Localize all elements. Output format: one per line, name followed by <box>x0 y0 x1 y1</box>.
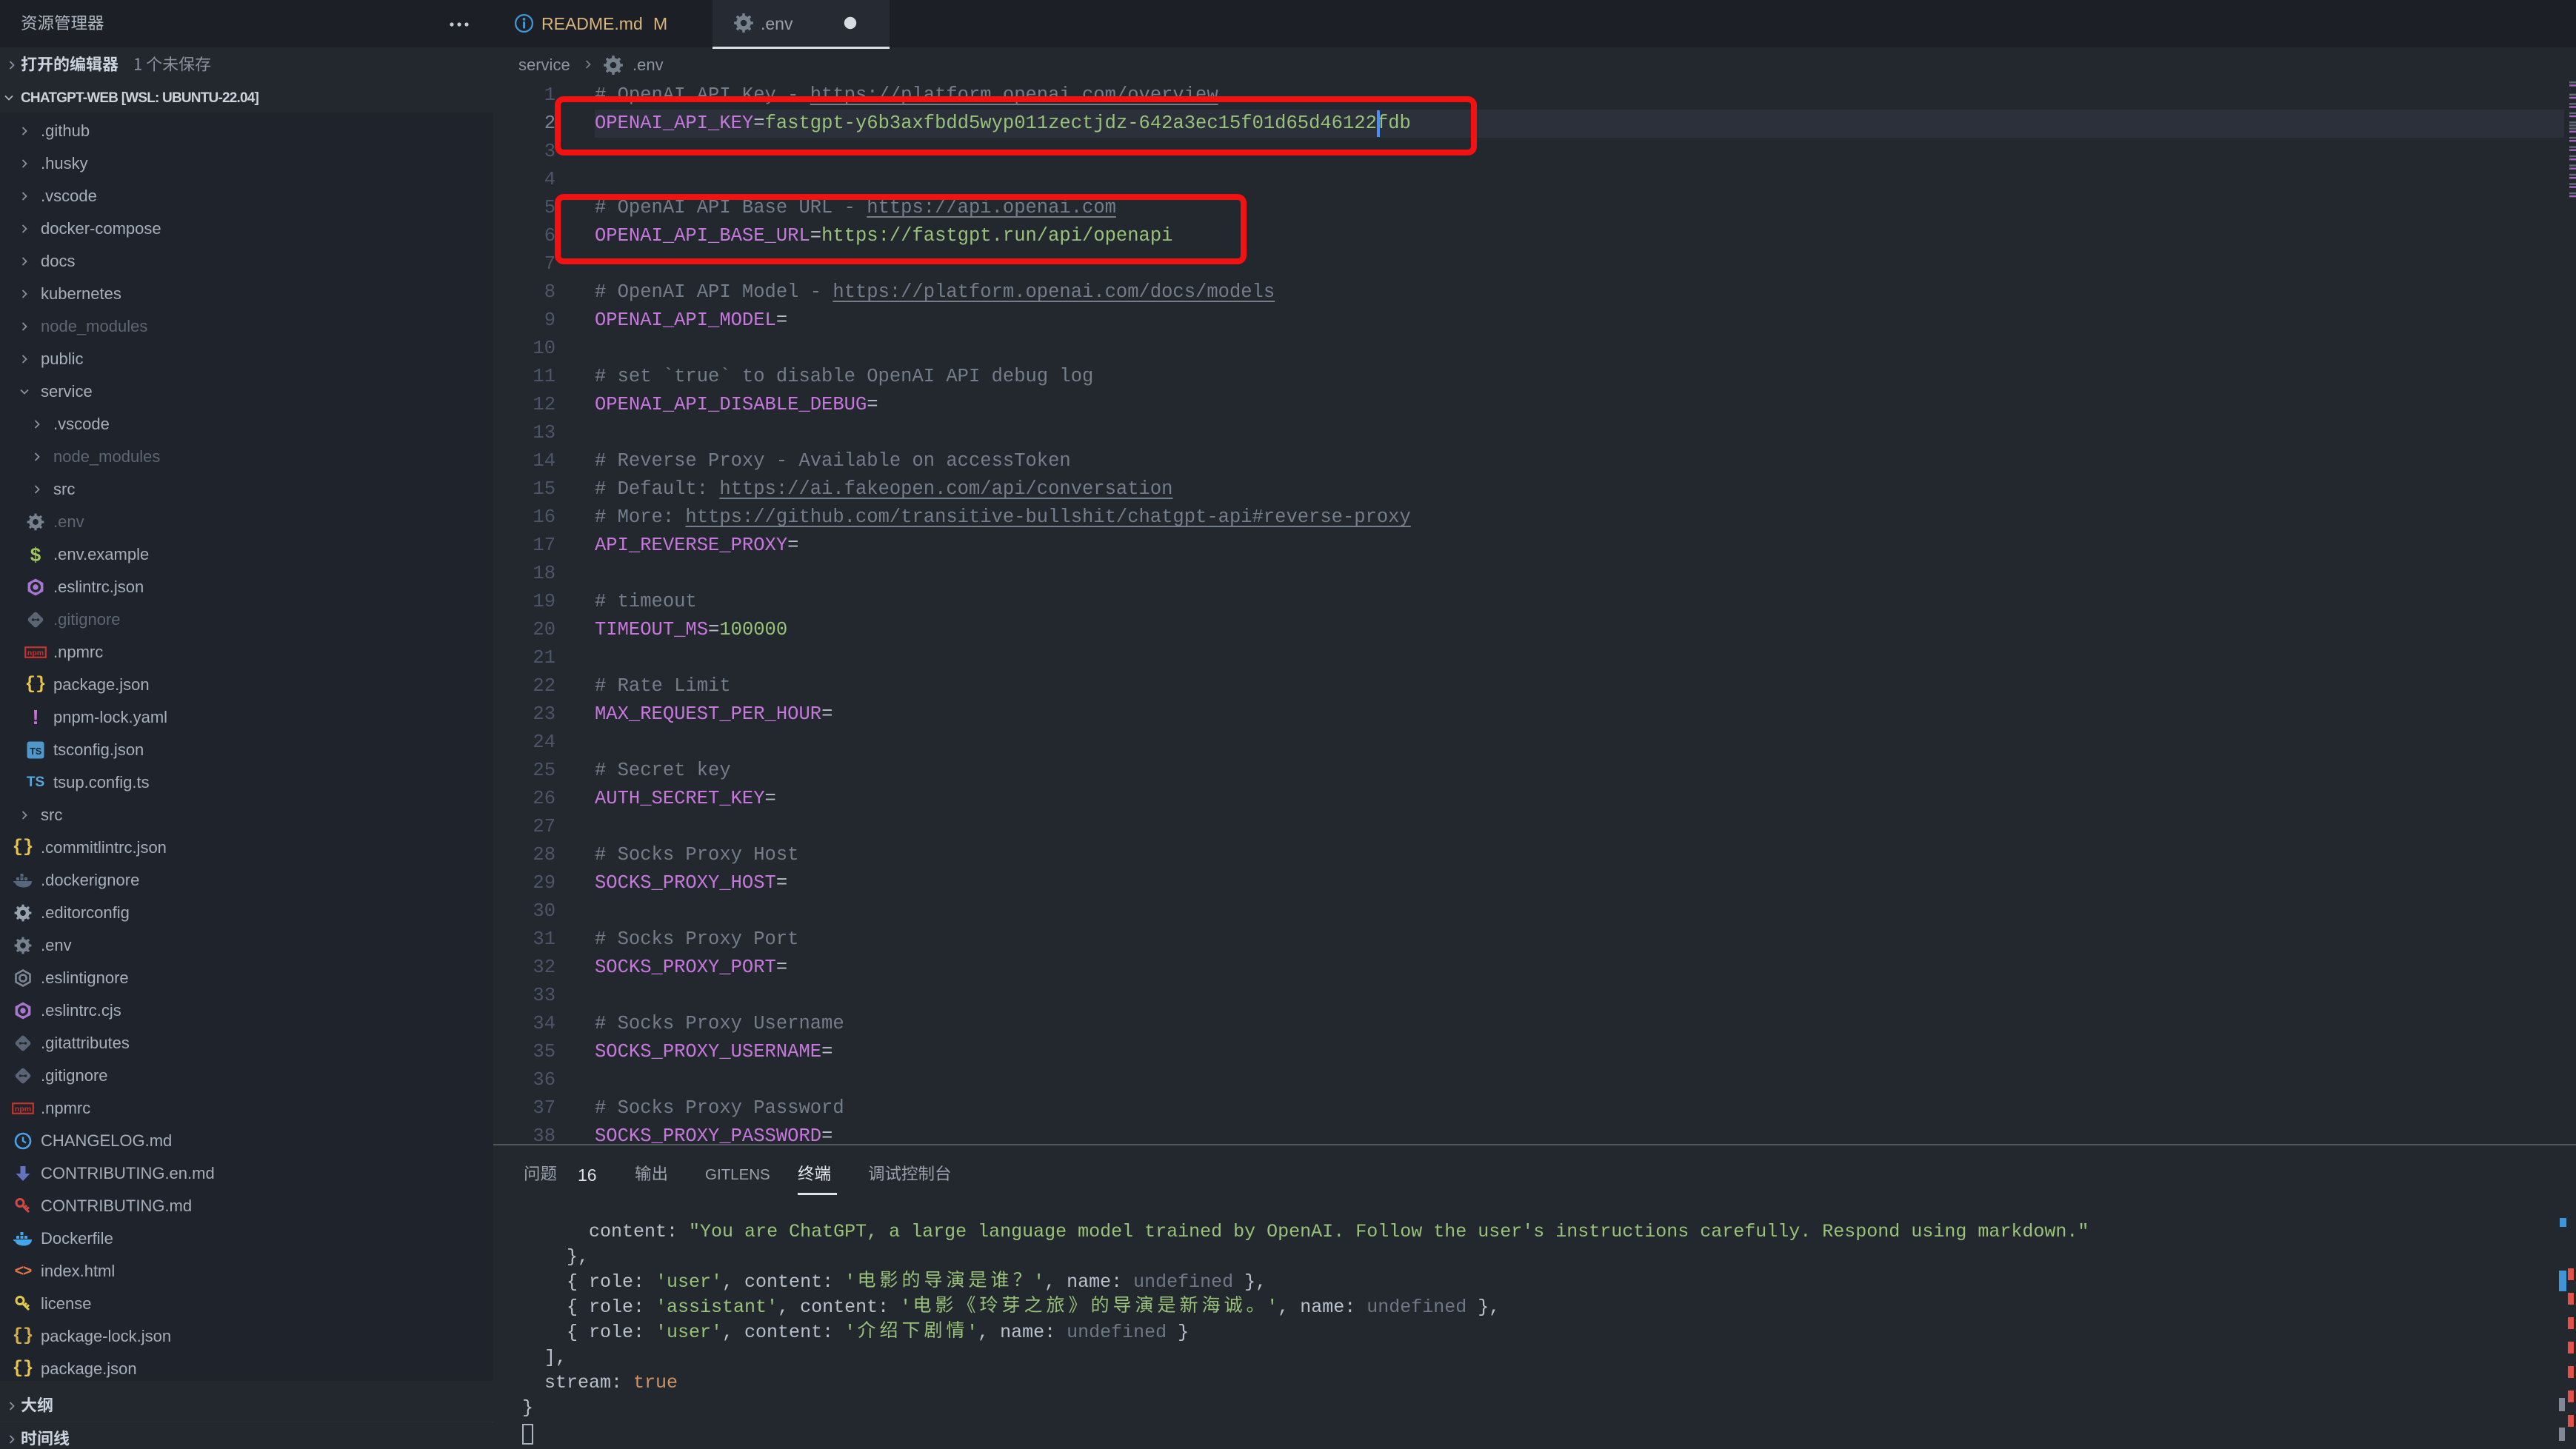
svg-text:npm: npm <box>15 1105 31 1114</box>
svg-text:TS: TS <box>30 746 41 757</box>
svg-text:npm: npm <box>27 649 44 657</box>
